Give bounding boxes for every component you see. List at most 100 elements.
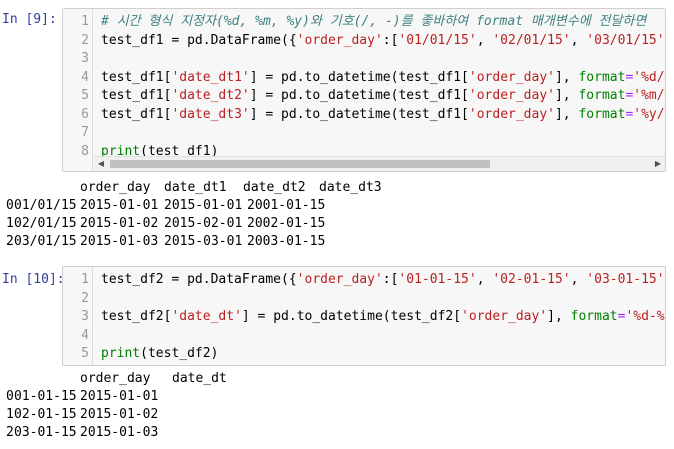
code-token: ,: [476, 272, 493, 287]
code-token: ],: [547, 309, 571, 324]
code-token: '01/01/15': [398, 32, 477, 48]
code-line[interactable]: print(test_df2): [101, 345, 218, 363]
code-token: 'date_dt': [171, 309, 242, 324]
cell-value: 2015-02-01: [164, 216, 243, 231]
code-token: '01-01-15': [398, 272, 477, 287]
code-token: format: [578, 88, 626, 103]
line-number: 5: [81, 346, 89, 361]
code-token: ],: [554, 88, 579, 103]
code-token: (test_df2): [140, 346, 219, 361]
row-index: 2: [6, 425, 14, 440]
line-number: 4: [81, 69, 89, 85]
scroll-right-icon[interactable]: ▶: [651, 157, 665, 171]
code-token: '02/01/15': [492, 32, 571, 48]
code-line[interactable]: test_df1['date_dt3'] = pd.to_datetime(te…: [101, 106, 665, 124]
cell-value: 2003-01-15: [247, 234, 326, 249]
cell-value: 02/01/15: [14, 216, 77, 231]
cell-value: 2015-03-01: [164, 234, 243, 249]
cell-value: 02-01-15: [14, 407, 77, 422]
line-number: 1: [81, 272, 89, 287]
line-number: 4: [81, 327, 89, 343]
code-token: '02-01-15': [492, 272, 571, 287]
notebook-cell-10[interactable]: In [10]: 1 2 3 4 5 test_df2 = pd.DataFrame({…: [0, 262, 674, 372]
code-token: ,: [476, 32, 493, 48]
cell-value: 01/01/15: [14, 198, 77, 213]
code-token: :[: [382, 32, 399, 48]
code-token: 'date_dt2': [171, 88, 250, 103]
code-token: test_df2[: [101, 309, 172, 324]
row-index: 1: [6, 216, 14, 231]
row-index: 1: [6, 407, 14, 422]
cell-value: 2002-01-15: [247, 216, 326, 231]
code-token: 'order_day': [468, 88, 555, 103]
code-token: '%d-%m-%y': [625, 309, 665, 324]
scroll-left-icon[interactable]: ◀: [94, 157, 108, 171]
scrollbar-thumb[interactable]: [110, 160, 490, 168]
code-token: ]}): [665, 33, 666, 48]
code-token: 'order_day': [468, 106, 555, 122]
code-token: format: [578, 106, 626, 122]
row-index: 0: [6, 198, 14, 213]
horizontal-scrollbar[interactable]: ◀ ▶: [94, 156, 665, 171]
code-editor[interactable]: 12345 test_df2 = pd.DataFrame({'order_da…: [62, 266, 666, 366]
code-token: test_df2 = pd.DataFrame({: [101, 272, 297, 287]
code-token: 'date_dt3': [171, 106, 250, 122]
cell-value: 2015-01-01: [80, 389, 159, 404]
code-token: ] = pd.to_datetime(test_df1[: [249, 69, 469, 85]
code-token: '03-01-15': [586, 272, 665, 287]
line-number: 6: [81, 106, 89, 122]
code-token: test_df1[: [101, 69, 172, 85]
code-token: # 시간 형식 지정자(%d, %m, %y)와 기호(/, -)를 좋바하여 …: [101, 14, 647, 29]
code-token: ],: [554, 106, 579, 122]
code-token: format: [570, 309, 618, 324]
cell-value: 2001-01-15: [247, 198, 326, 213]
line-number: 7: [81, 125, 89, 140]
code-token: ]}): [665, 272, 666, 287]
line-number-gutter: 1 2 3 4 5 6 7 8: [63, 9, 93, 171]
code-token: ] = pd.to_datetime(test_df1[: [249, 106, 469, 122]
cell-value: 2015-01-02: [80, 407, 159, 422]
code-line[interactable]: test_df2 = pd.DataFrame({'order_day':['0…: [101, 271, 666, 289]
cell-value: 01-01-15: [14, 389, 77, 404]
code-token: '%y/%m/%d': [633, 106, 665, 122]
code-token: ] = pd.to_datetime(test_df2[: [241, 309, 462, 324]
column-header: order_day: [80, 371, 151, 386]
code-token: 'order_day': [296, 272, 383, 287]
code-token: '%m/%d/%y': [633, 88, 665, 103]
column-header: date_dt3: [319, 180, 382, 195]
column-header: date_dt1: [164, 180, 227, 195]
cell-value: 03-01-15: [14, 425, 77, 440]
code-token: '03/01/15': [586, 32, 665, 48]
cell-value: 2015-01-02: [80, 216, 159, 231]
code-token: print: [101, 346, 141, 361]
code-line[interactable]: # 시간 형식 지정자(%d, %m, %y)와 기호(/, -)를 좋바하여 …: [101, 13, 646, 31]
line-number: 5: [81, 88, 89, 103]
code-line[interactable]: test_df1 = pd.DataFrame({'order_day':['0…: [101, 32, 666, 50]
input-prompt: In [10]:: [2, 272, 65, 287]
code-token: 'order_day': [461, 309, 548, 324]
code-line[interactable]: test_df1['date_dt1'] = pd.to_datetime(te…: [101, 69, 665, 87]
code-line[interactable]: test_df1['date_dt2'] = pd.to_datetime(te…: [101, 87, 665, 105]
code-token: test_df1[: [101, 88, 172, 103]
code-line[interactable]: test_df2['date_dt'] = pd.to_datetime(tes…: [101, 308, 665, 326]
cell-value: 2015-01-03: [80, 425, 159, 440]
code-token: 'order_day': [468, 69, 555, 85]
column-header: date_dt2: [243, 180, 306, 195]
code-token: ,: [570, 32, 587, 48]
code-token: '%d/%m/%y': [633, 69, 665, 85]
code-editor[interactable]: 1 2 3 4 5 6 7 8 # 시간 형식 지정자(%d, %m, %y)와 기호(/, …: [62, 8, 666, 172]
code-token: ],: [554, 69, 579, 85]
code-token: 'date_dt1': [171, 69, 250, 85]
code-token: test_df1[: [101, 106, 172, 122]
row-index: 0: [6, 389, 14, 404]
line-number-gutter: 1 2 3 4 5: [63, 267, 93, 365]
code-token: 'order_day': [296, 32, 383, 48]
code-token: ,: [570, 272, 587, 287]
code-token: format: [578, 69, 626, 85]
cell-value: 03/01/15: [14, 234, 77, 249]
code-token: test_df1 = pd.DataFrame({: [101, 32, 297, 48]
cell-value: 2015-01-01: [80, 198, 159, 213]
line-number: 8: [81, 143, 89, 159]
cell-value: 2015-01-03: [80, 234, 159, 249]
notebook-cell-9[interactable]: In [9]: 1 2 3 4 5 6 7 8 # 시간 형식 지정자(%d, %m, %y)…: [0, 0, 674, 180]
